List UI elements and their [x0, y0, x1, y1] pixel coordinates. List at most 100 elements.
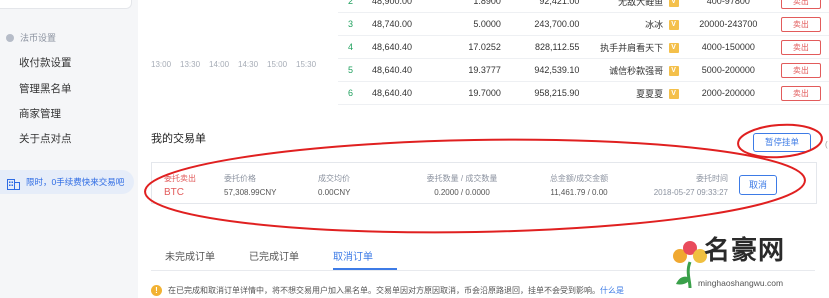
row-merchant-name: 冰冰 [645, 19, 664, 30]
row-total-cell: 828,112.55 [500, 35, 580, 59]
sidebar-section-header: 法币设置 [6, 31, 56, 44]
row-merchant-name: 无敌大鲤鱼 [618, 0, 664, 7]
row-price: 48,740.00 [371, 19, 413, 29]
order-book-row: 6 48,640.40 19.7000 958,215.90 夏夏夏 V 2000-2000… [338, 81, 829, 105]
order-qty-label: 委托数量 / 成交数量 [426, 174, 498, 183]
scroll-edge-icon: ( [825, 140, 828, 149]
row-total-cell: 243,700.00 [500, 12, 580, 36]
sidebar-item-about-p2p[interactable]: 关于点对点 [19, 131, 72, 146]
row-amount-cell: 5.0000 [443, 12, 501, 36]
row-limit-cell: 5000-200000 [683, 58, 773, 82]
row-limit: 5000-200000 [701, 65, 755, 75]
order-coin: BTC [164, 187, 184, 198]
axis-tick: 13:30 [180, 60, 201, 69]
row-limit: 20000-243700 [699, 19, 758, 29]
row-price: 48,640.40 [371, 42, 413, 52]
order-qty-col: 委托数量 / 成交数量 0.2000 / 0.0000 [412, 173, 512, 197]
row-index: 6 [348, 88, 354, 98]
order-price-col: 委托价格 57,308.99CNY [224, 173, 276, 197]
verified-v-icon: V [668, 89, 679, 99]
row-sell-cell: 卖出 [772, 0, 829, 13]
sidebar-item-blacklist[interactable]: 管理黑名单 [19, 81, 72, 96]
sell-button[interactable]: 卖出 [780, 62, 821, 78]
row-price-cell: 48,640.40 [371, 35, 444, 59]
row-limit: 2000-200000 [701, 88, 755, 98]
row-limit-cell: 2000-200000 [683, 81, 773, 105]
row-price: 48,640.40 [371, 88, 413, 98]
row-merchant-name: 夏夏夏 [636, 88, 664, 99]
sidebar: 法币设置 收付款设置 管理黑名单 商家管理 关于点对点 限时，0手续费快来交易吧 [0, 0, 134, 298]
order-type-col: 委托卖出 BTC [164, 173, 196, 198]
promo-text: 限时，0手续费快来交易吧 [26, 177, 125, 187]
row-index: 2 [348, 0, 354, 6]
my-orders-title: 我的交易单 [151, 133, 206, 145]
order-price-value: 57,308.99CNY [224, 188, 277, 197]
order-card: 委托卖出 BTC 委托价格 57,308.99CNY 成交均价 0.00CNY … [151, 162, 817, 204]
row-total-cell: 92,421.00 [500, 0, 580, 13]
row-verified-badge-cell: V [663, 0, 684, 13]
row-verified-badge-cell: V [663, 58, 684, 82]
row-index: 3 [348, 19, 354, 29]
sell-button[interactable]: 卖出 [780, 39, 821, 55]
row-total: 828,112.55 [534, 42, 580, 52]
row-total: 92,421.00 [539, 0, 580, 6]
row-merchant-name-cell: 诚信秒款强哥 [579, 58, 664, 82]
order-total-label: 总金额/成交金额 [549, 174, 609, 183]
axis-tick: 14:30 [238, 60, 259, 69]
row-merchant-name-cell: 执手并肩看天下 [579, 35, 664, 59]
order-avg-value: 0.00CNY [318, 188, 351, 197]
row-limit-cell: 4000-150000 [683, 35, 773, 59]
order-time-value: 2018-05-27 09:33:27 [653, 188, 728, 197]
row-sell-cell: 卖出 [772, 35, 829, 59]
sidebar-item-merchant[interactable]: 商家管理 [19, 106, 61, 121]
row-merchant-name: 诚信秒款强哥 [609, 65, 664, 76]
sidebar-section-title: 法币设置 [20, 33, 57, 43]
row-index-cell: 2 [338, 0, 372, 13]
row-total: 942,539.10 [534, 65, 580, 75]
row-limit: 400-97800 [706, 0, 750, 6]
row-merchant-name-cell: 无敌大鲤鱼 [579, 0, 664, 13]
row-amount: 17.0252 [468, 42, 501, 52]
row-price-cell: 48,900.00 [371, 0, 444, 13]
row-price-cell: 48,740.00 [371, 12, 444, 36]
axis-tick: 15:30 [296, 60, 317, 69]
sell-button[interactable]: 卖出 [780, 0, 821, 9]
order-book-row: 2 48,900.00 1.8900 92,421.00 无敌大鲤鱼 V 400-97800… [338, 0, 829, 13]
row-amount: 19.7000 [468, 88, 501, 98]
row-total-cell: 958,215.90 [500, 81, 580, 105]
order-book-row: 4 48,640.40 17.0252 828,112.55 执手并肩看天下 V 4000-… [338, 35, 829, 59]
row-price: 48,900.00 [371, 0, 413, 6]
tab-completed[interactable]: 已完成订单 [249, 248, 299, 263]
tab-cancelled[interactable]: 取消订单 [333, 248, 373, 263]
row-sell-cell: 卖出 [772, 81, 829, 105]
sell-button[interactable]: 卖出 [780, 16, 821, 32]
verified-v-icon: V [668, 43, 679, 53]
axis-tick: 13:00 [151, 60, 172, 69]
pause-orders-button[interactable]: 暂停挂单 [753, 133, 811, 152]
row-price-cell: 48,640.40 [371, 58, 444, 82]
row-index: 4 [348, 42, 354, 52]
row-index-cell: 6 [338, 81, 372, 105]
axis-tick: 15:00 [267, 60, 288, 69]
notice-link[interactable]: 什么是 [600, 285, 624, 296]
sidebar-item-payment-settings[interactable]: 收付款设置 [19, 55, 72, 70]
row-limit: 4000-150000 [701, 42, 755, 52]
cancel-order-button[interactable]: 取消 [739, 175, 777, 195]
verified-v-icon: V [668, 0, 679, 7]
notice-text: 在已完成和取消订单详情中，将不想交易用户加入黑名单。交易单因对方原因取消，币会沿… [168, 285, 600, 295]
order-total-col: 总金额/成交金额 11,461.79 / 0.00 [534, 173, 624, 197]
order-book-row: 3 48,740.00 5.0000 243,700.00 冰冰 V 20000-24370… [338, 12, 829, 36]
order-book-row: 5 48,640.40 19.3777 942,539.10 诚信秒款强哥 V 5000-2… [338, 58, 829, 82]
row-index-cell: 5 [338, 58, 372, 82]
sidebar-top-card [0, 0, 132, 9]
promo-banner[interactable]: 限时，0手续费快来交易吧 [0, 170, 134, 194]
order-avg-label: 成交均价 [318, 174, 350, 183]
row-amount-cell: 1.8900 [443, 0, 501, 13]
row-sell-cell: 卖出 [772, 58, 829, 82]
tab-incomplete[interactable]: 未完成订单 [165, 248, 215, 263]
row-total-cell: 942,539.10 [500, 58, 580, 82]
sell-button[interactable]: 卖出 [780, 85, 821, 101]
row-amount-cell: 19.7000 [443, 81, 501, 105]
row-amount: 1.8900 [473, 0, 501, 6]
row-index-cell: 3 [338, 12, 372, 36]
